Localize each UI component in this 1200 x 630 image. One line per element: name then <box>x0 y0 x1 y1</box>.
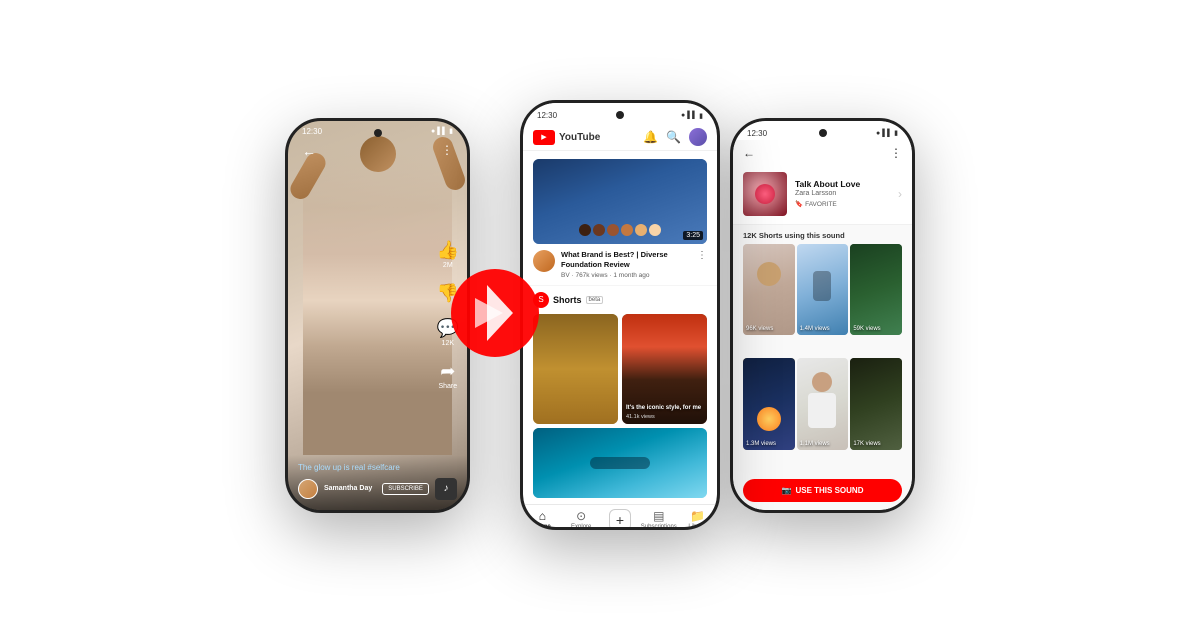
camera-dot-2 <box>616 111 624 119</box>
video-meta: What Brand is Best? | Diverse Foundation… <box>561 250 691 279</box>
nav-explore-label: Explore <box>571 524 591 528</box>
song-info: Talk About Love Zara Larsson 🔖 FAVORITE <box>795 179 898 208</box>
favorite-label: FAVORITE <box>805 201 837 208</box>
grid-item-4[interactable]: 1.3M views <box>743 358 795 450</box>
sound-page-header: ← ⋮ <box>733 140 912 164</box>
status-icons-2: ●▌▌▮ <box>681 112 703 120</box>
grid-views-3: 59K views <box>853 326 880 332</box>
bookmark-icon: 🔖 <box>795 200 803 208</box>
short-views: 41.1k views <box>626 414 703 420</box>
home-icon: ⌂ <box>539 509 546 523</box>
shorts-beta-badge: beta <box>586 296 604 304</box>
sound-video-grid: 96K views 1.4M views 59K views 1.3M vie <box>733 244 912 471</box>
nav-home-label: Home <box>534 524 551 528</box>
short-thumb-1[interactable] <box>533 314 618 424</box>
song-title: Talk About Love <box>795 179 898 189</box>
nav-library[interactable]: 📁 Library <box>678 509 717 528</box>
grid-item-3[interactable]: 59K views <box>850 244 902 336</box>
grid-views-2: 1.4M views <box>800 326 830 332</box>
channel-icon <box>533 250 555 272</box>
song-artwork <box>743 172 787 216</box>
shorts-header: S Shorts beta <box>533 292 707 308</box>
song-card: Talk About Love Zara Larsson 🔖 FAVORITE … <box>733 164 912 225</box>
status-icons-3: ●▌▌▮ <box>876 129 898 137</box>
grid-views-4: 1.3M views <box>746 441 776 447</box>
youtube-logo: YouTube <box>533 130 600 145</box>
user-avatar[interactable] <box>689 128 707 146</box>
youtube-logo-text: YouTube <box>559 132 600 143</box>
nav-explore[interactable]: ⊙ Explore <box>562 509 601 528</box>
nav-library-label: Library <box>688 524 706 528</box>
shorts-using-sound-count: 12K Shorts using this sound <box>733 225 912 244</box>
video-title: What Brand is Best? | Diverse Foundation… <box>561 250 691 270</box>
short-info-2: It's the iconic style, for me 41.1k view… <box>626 405 703 419</box>
use-sound-bar: 📷 USE THIS SOUND <box>733 471 912 510</box>
explore-icon: ⊙ <box>576 509 586 523</box>
nav-subs-label: Subscriptions <box>641 524 677 528</box>
video-thumbnail: 3:25 <box>533 159 707 244</box>
nav-home[interactable]: ⌂ Home <box>523 509 562 528</box>
short-thumb-2[interactable]: It's the iconic style, for me 41.1k view… <box>622 314 707 424</box>
phone-3-shell: 12:30 ●▌▌▮ ← ⋮ Talk About Love Zara Lars… <box>730 118 915 513</box>
song-favorite[interactable]: 🔖 FAVORITE <box>795 200 898 208</box>
shorts-grid: It's the iconic style, for me 41.1k view… <box>533 314 707 424</box>
pool-short[interactable] <box>533 428 707 498</box>
library-icon: 📁 <box>690 509 705 523</box>
camera-dot-3 <box>819 129 827 137</box>
use-sound-label: USE THIS SOUND <box>795 486 863 495</box>
grid-views-5: 1.1M views <box>800 441 830 447</box>
use-sound-button[interactable]: 📷 USE THIS SOUND <box>743 479 902 502</box>
video-info-row: What Brand is Best? | Diverse Foundation… <box>533 250 707 279</box>
yt-app-header: YouTube 🔔 🔍 <box>523 122 717 151</box>
camera-dot-1 <box>374 129 382 137</box>
song-artist: Zara Larsson <box>795 190 898 197</box>
more-icon-3[interactable]: ⋮ <box>890 146 902 160</box>
grid-item-1[interactable]: 96K views <box>743 244 795 336</box>
nav-subscriptions[interactable]: ▤ Subscriptions <box>639 509 678 528</box>
grid-item-5[interactable]: 1.1M views <box>797 358 849 450</box>
phone-2-shell: 12:30 ●▌▌▮ YouTube 🔔 🔍 <box>520 100 720 530</box>
shorts-section-title: Shorts <box>553 295 582 305</box>
video-card[interactable]: 3:25 What Brand is Best? | Diverse Found… <box>523 151 717 286</box>
grid-views-1: 96K views <box>746 326 773 332</box>
subscriptions-icon: ▤ <box>653 509 664 523</box>
back-icon-3[interactable]: ← <box>743 146 755 160</box>
grid-item-6[interactable]: 17K views <box>850 358 902 450</box>
phones-container: 12:30 ● ▌▌ ▮ ← ⋮ 👍 2M 👎 <box>285 70 915 560</box>
video-sub-info: BV · 767k views · 1 month ago <box>561 272 691 279</box>
time-3: 12:30 <box>747 129 767 138</box>
short-caption: It's the iconic style, for me <box>626 405 703 412</box>
video-more-icon[interactable]: ⋮ <box>697 250 707 261</box>
youtube-logo-icon <box>533 130 555 145</box>
bottom-nav: ⌂ Home ⊙ Explore + ▤ Subscriptions 📁 Lib… <box>523 504 717 528</box>
camera-icon: 📷 <box>782 486 792 495</box>
grid-item-2[interactable]: 1.4M views <box>797 244 849 336</box>
bell-icon[interactable]: 🔔 <box>643 130 658 144</box>
chevron-right-icon: › <box>898 187 902 201</box>
grid-views-6: 17K views <box>853 441 880 447</box>
shorts-logo: S <box>533 292 549 308</box>
phone-1-shell: 12:30 ● ▌▌ ▮ ← ⋮ 👍 2M 👎 <box>285 118 470 513</box>
time-2: 12:30 <box>537 111 557 120</box>
yt-header-icons: 🔔 🔍 <box>643 128 707 146</box>
nav-create[interactable]: + <box>601 509 640 528</box>
video-duration: 3:25 <box>683 231 703 240</box>
search-icon[interactable]: 🔍 <box>666 130 681 144</box>
shorts-section: S Shorts beta It's the iconic style, for… <box>523 286 717 504</box>
create-icon: + <box>609 509 631 528</box>
